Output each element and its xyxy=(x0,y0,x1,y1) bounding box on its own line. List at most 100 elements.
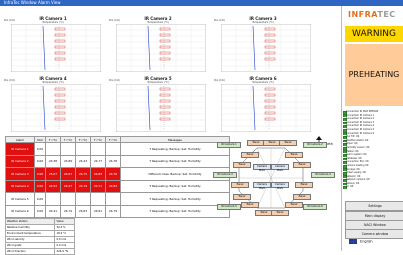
alarm-cell-t5 xyxy=(105,142,121,156)
weather-row: Wind direction 226.9 °N xyxy=(4,248,75,255)
status-row: IO: OK xyxy=(343,185,403,190)
alarm-cell-t4 xyxy=(90,142,106,156)
alarm-cell-t1 xyxy=(45,192,61,206)
chart-plot xyxy=(11,84,101,132)
alarm-cell-dist: 0.00 xyxy=(34,179,46,193)
chart-ylabel: Pos (Cm) xyxy=(214,19,226,22)
diagram-center-mark: Camera Mark xyxy=(271,182,289,190)
chart-ylabel: Pos (Cm) xyxy=(214,79,226,82)
alarm-cell-msg: T Requesting: Backup: Set: Humidity xyxy=(120,179,230,193)
diagram-center-mark: Camera Mark xyxy=(271,164,289,172)
chart-ylabel: Pos (Cm) xyxy=(4,19,16,22)
alarm-cell-t4 xyxy=(90,192,106,206)
infratec-logo: INFRATEC xyxy=(348,10,396,19)
ir-camera-chart: IR Camera 6 Temperature (°C) Pos (Cm) xyxy=(213,74,313,134)
diagram-camera[interactable]: IR Camera 6 xyxy=(303,204,327,210)
status-list: Connected: IR WAP SENSOR Connected: IR Ca… xyxy=(343,110,403,190)
diagram-panel: Panel xyxy=(231,182,249,188)
language-selector[interactable]: English xyxy=(349,239,373,244)
diagram-panel: Panel xyxy=(241,202,259,208)
alarm-cell-t3: 24.63 xyxy=(75,204,91,218)
weather-key: Wind direction xyxy=(4,248,56,255)
chart-ylabel: Pos (Cm) xyxy=(109,19,121,22)
alarm-cell-name: IR Camera 5 xyxy=(5,192,35,206)
alarm-cell-t1 xyxy=(45,142,61,156)
alarm-cell-t2 xyxy=(60,192,76,206)
alarm-cell-t3: 24.75 xyxy=(75,167,91,181)
alarm-cell-msg: T Requesting: Backup: Set: Humidity xyxy=(120,142,230,156)
ir-camera-chart: IR Camera 4 Temperature (°C) Pos (Cm) xyxy=(3,74,103,134)
alarm-cell-t2 xyxy=(60,142,76,156)
chart-ylabel: Pos (Cm) xyxy=(109,79,121,82)
alarm-cell-t3 xyxy=(75,142,91,156)
diagram-camera[interactable]: IR Camera 1 xyxy=(217,142,241,148)
diagram-camera[interactable]: IR Camera 5 xyxy=(217,204,241,210)
alarm-cell-dist: 0.00 xyxy=(34,167,46,181)
language-label: English xyxy=(360,239,373,244)
alarm-cell-t5: 24.79 xyxy=(105,204,121,218)
alarm-cell-name: IR Camera 6 xyxy=(5,204,35,218)
main-area: IR Camera 1 Temperature (°C) Pos (Cm) IR Ca… xyxy=(0,6,340,255)
diagram-panel: Panel xyxy=(285,152,303,158)
alarm-cell-t3: 24.43 xyxy=(75,154,91,168)
alarm-cell-name: IR Camera 2 xyxy=(5,154,35,168)
alarm-row[interactable]: IR Camera 4 0.00 24.52 24.47 24.79 24.71 24.84… xyxy=(5,179,230,193)
alarm-cell-t2: 24.67 xyxy=(60,167,76,181)
alarm-cell-msg: T Requesting: Backup: Set: Humidity xyxy=(120,154,230,168)
logo-text-a: INFRA xyxy=(348,10,378,19)
alarm-cell-msg: T Requesting: Backup: Set: Humidity xyxy=(120,204,230,218)
weather-table: Weather station Value Relative humidity 3… xyxy=(4,218,75,255)
alarm-cell-dist: 0.00 xyxy=(34,204,46,218)
alarm-cell-t1: 24.52 xyxy=(45,179,61,193)
weather-value: 226.9 °N xyxy=(54,248,75,255)
chart-plot xyxy=(116,84,206,132)
alarm-cell-t5: 24.84 xyxy=(105,179,121,193)
warning-indicator: WARNING xyxy=(345,26,403,42)
diagram-panel: Panel xyxy=(241,152,259,158)
diagram-panel: Panel xyxy=(233,162,251,168)
preheating-indicator: PREHEATING xyxy=(345,44,403,106)
camera-window-button[interactable]: Camera window xyxy=(345,229,403,239)
alarm-cell-t1: 25.07 xyxy=(45,167,61,181)
chart-ylabel: Pos (Cm) xyxy=(4,79,16,82)
alarm-cell-msg: T Requesting: Backup: Set: Humidity xyxy=(120,192,230,206)
diagram-center-mark: Camera Mark xyxy=(253,182,271,190)
ir-camera-chart: IR Camera 1 Temperature (°C) Pos (Cm) xyxy=(3,14,103,74)
diagram-camera[interactable]: IR Camera 3 xyxy=(213,172,237,178)
alarm-cell-t5 xyxy=(105,192,121,206)
chart-plot xyxy=(221,84,311,132)
alarm-row[interactable]: IR Camera 5 0.00 T Requesting: Backup: Set… xyxy=(5,192,230,206)
alarm-cell-dist: 0.00 xyxy=(34,192,46,206)
alarm-cell-t4: 24.71 xyxy=(90,179,106,193)
alarm-cell-t5: 24.76 xyxy=(105,167,121,181)
ir-camera-chart: IR Camera 5 Temperature (°C) Pos (Cm) xyxy=(108,74,208,134)
alarm-cell-t2: 24.89 xyxy=(60,154,76,168)
alarm-cell-t4: 24.77 xyxy=(90,154,106,168)
diagram-panel: Panel xyxy=(233,194,251,200)
diagram-camera[interactable]: IR Camera 4 xyxy=(311,172,335,178)
diagram-panel: Panel xyxy=(279,140,297,146)
logo-text-b: TEC xyxy=(377,10,396,19)
alarm-cell-name: IR Camera 4 xyxy=(5,179,35,193)
alarm-row[interactable]: IR Camera 1 0.00 T Requesting: Backup: Set… xyxy=(5,142,230,156)
alarm-cell-t5: 24.78 xyxy=(105,154,121,168)
settings-button[interactable]: Settings xyxy=(345,201,403,211)
alarm-cell-t4: 24.81 xyxy=(90,204,106,218)
status-text: IO: OK xyxy=(346,185,354,189)
alarm-row[interactable]: IR Camera 6 0.00 24.41 24.74 24.63 24.81 24.79… xyxy=(5,204,230,218)
uk-flag-icon xyxy=(349,239,357,244)
alarm-row[interactable]: IR Camera 2 0.00 24.38 24.89 24.43 24.77 24.78… xyxy=(5,154,230,168)
diagram-panel: Panel xyxy=(271,210,289,216)
diagram-panel: Panel xyxy=(293,194,311,200)
chart-plot xyxy=(116,24,206,72)
alarm-row[interactable]: IR Camera 3 0.00 25.07 24.67 24.75 24.83 24.76… xyxy=(5,167,230,181)
diagram-panel: Panel xyxy=(295,182,313,188)
diagram-camera[interactable]: IR Camera 2 xyxy=(303,142,327,148)
alarm-cell-t3 xyxy=(75,192,91,206)
alarm-cell-t1: 24.38 xyxy=(45,154,61,168)
diagram-center-mark: Camera Mark xyxy=(253,164,271,172)
alarm-cell-dist: 0.00 xyxy=(34,154,46,168)
alarm-cell-t3: 24.79 xyxy=(75,179,91,193)
ir-camera-chart: IR Camera 2 Temperature (°C) Pos (Cm) xyxy=(108,14,208,74)
alarm-cell-dist: 0.00 xyxy=(34,142,46,156)
